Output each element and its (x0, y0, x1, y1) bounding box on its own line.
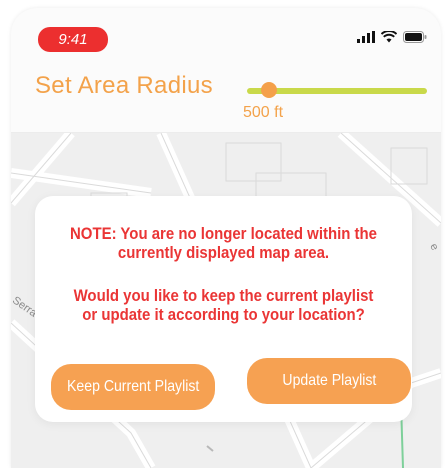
wifi-icon (381, 31, 397, 43)
radius-value-label: 500 ft (243, 104, 284, 121)
status-icons (357, 31, 427, 43)
update-playlist-label: Update Playlist (282, 372, 376, 389)
signal-bars-icon (357, 31, 375, 43)
phone-screen: 9:41 Set Area Radius 500 ft Serra e NOTE… (11, 8, 441, 468)
keep-playlist-label: Keep Current Playlist (66, 378, 200, 395)
radius-title: Set Area Radius (35, 72, 213, 99)
status-time: 9:41 (38, 27, 108, 52)
radius-header: Set Area Radius 500 ft (11, 58, 441, 133)
status-bar: 9:41 (11, 8, 441, 58)
update-playlist-button[interactable]: Update Playlist (247, 358, 411, 404)
dialog-question: Would you like to keep the current playl… (73, 286, 374, 324)
battery-icon (403, 31, 427, 43)
location-dialog: NOTE: You are no longer located within t… (35, 196, 412, 422)
keep-playlist-button[interactable]: Keep Current Playlist (51, 364, 215, 410)
dialog-note: NOTE: You are no longer located within t… (70, 224, 377, 262)
radius-slider-thumb[interactable] (261, 82, 277, 98)
